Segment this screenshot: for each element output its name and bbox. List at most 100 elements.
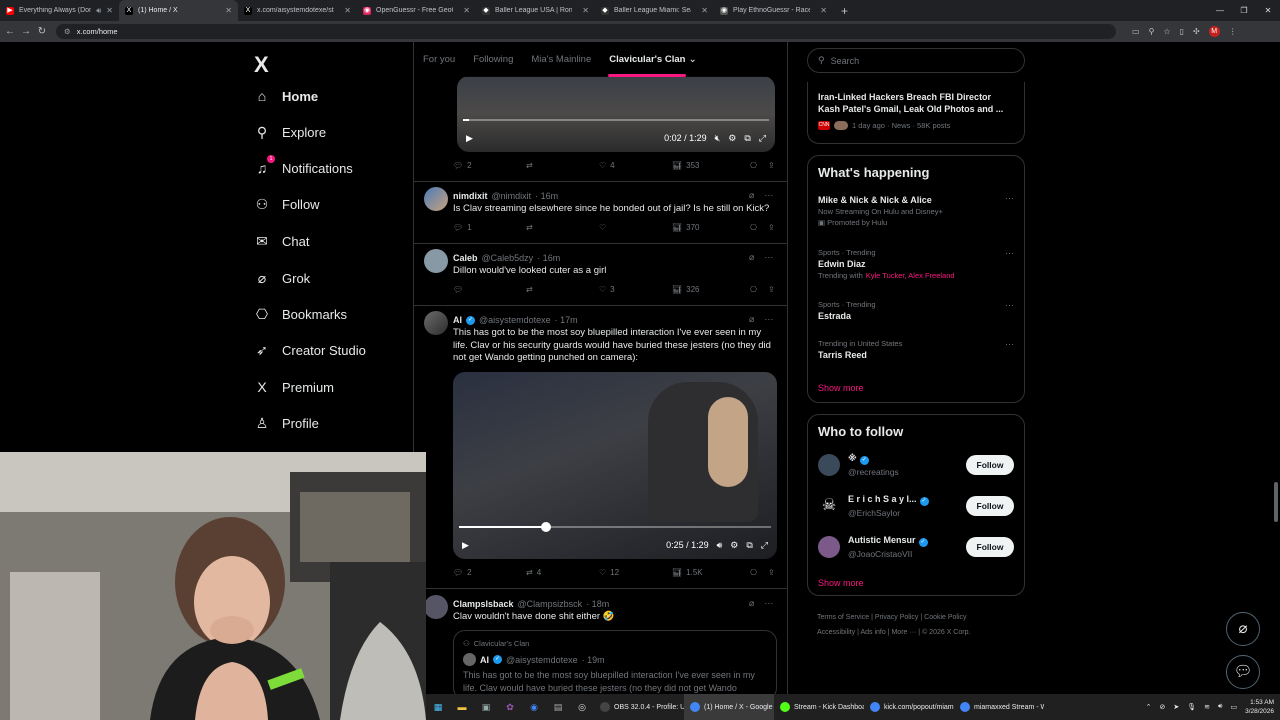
trend-item[interactable]: Sports · Trending Edwin Diaz Trending with… [818, 248, 1014, 280]
views-button[interactable]: 📊︎ 1.5K [672, 568, 750, 577]
quote-avatar[interactable] [463, 653, 476, 666]
battery-icon[interactable]: ▭ [1230, 703, 1237, 711]
tab-close-icon[interactable]: ✕ [820, 6, 827, 15]
fullscreen-icon[interactable]: ⤢ [759, 133, 766, 144]
cast-icon[interactable]: ▭ [1132, 27, 1140, 36]
browser-tab[interactable]: ◆ Baller League Miami: Season 1 ✕ [595, 0, 714, 21]
tweet-time[interactable]: · 18m [586, 599, 609, 609]
settings-icon[interactable]: ⚙ [728, 133, 736, 144]
url-field[interactable]: ⚙ x.com/home [56, 24, 1116, 39]
tab-close-icon[interactable]: ✕ [344, 6, 351, 15]
views-button[interactable]: 📊︎ 353 [672, 161, 750, 170]
location-icon[interactable]: ➤ [1173, 703, 1179, 711]
reply-button[interactable]: 💬︎ 2 [453, 161, 526, 170]
views-button[interactable]: 📊︎ 370 [672, 223, 750, 232]
file-explorer-icon[interactable]: ▬ [454, 699, 470, 715]
quote-author-handle[interactable]: @aisystemdotexe [506, 655, 578, 665]
feed-tab[interactable]: Clavicular's Clan [600, 42, 694, 77]
more-options-icon[interactable]: ··· [1005, 339, 1014, 349]
tweet-time[interactable]: · 16m [535, 191, 558, 201]
wifi-icon[interactable]: ≋ [1204, 703, 1210, 711]
footer-link[interactable]: Cookie Policy [924, 614, 966, 621]
footer-link[interactable]: More ··· [891, 629, 916, 636]
tweet-time[interactable]: · 17m [555, 315, 578, 325]
more-options-icon[interactable]: ··· [764, 252, 773, 263]
search-box[interactable]: ⚲ Search [807, 48, 1025, 73]
tab-close-icon[interactable]: ✕ [463, 6, 470, 15]
close-window-icon[interactable]: ✕ [1256, 0, 1280, 21]
like-button[interactable]: ♡ 3 [599, 285, 672, 294]
author-name[interactable]: nimdixit [453, 191, 488, 201]
suggestion-handle[interactable]: @recreatings [848, 467, 966, 477]
follow-suggestion[interactable]: ☠ E r i c h S a y l... ✓ @ErichSaylor Follow [818, 490, 1014, 522]
share-icon[interactable]: ⇪ [768, 223, 775, 232]
settings-icon[interactable]: ⚙ [730, 540, 738, 551]
start-icon[interactable]: ▦ [430, 699, 446, 715]
feed-tab[interactable]: Following [464, 42, 522, 77]
grok-explain-icon[interactable]: ⌀ [749, 314, 754, 325]
like-button[interactable]: ♡ 4 [599, 161, 672, 170]
network-off-icon[interactable]: ⊘ [1160, 703, 1166, 711]
browser-tab[interactable]: ◉ OpenGuessr - Free GeoGu ✕ [357, 0, 476, 21]
tab-audio-icon[interactable]: 🔊︎ [96, 6, 101, 16]
trend-item[interactable]: Sports · Trending Estrada ··· [818, 300, 1014, 321]
extensions-icon[interactable]: ✣ [1193, 27, 1200, 36]
app-icon[interactable]: ✿ [502, 699, 518, 715]
feed-tab[interactable]: Mia's Mainline [522, 42, 600, 77]
restore-icon[interactable]: ❐ [1232, 0, 1256, 21]
retweet-button[interactable]: ⇄ [526, 161, 599, 170]
footer-link[interactable]: Accessibility [817, 629, 855, 636]
bookmark-icon[interactable]: ⎔ [750, 161, 768, 170]
reply-button[interactable]: 💬︎ 1 [453, 223, 526, 232]
author-name[interactable]: Clampslsback [453, 599, 514, 609]
nav-item-notifications[interactable]: ♫ 1 Notifications [254, 155, 353, 176]
browser-tab[interactable]: Xx.com/aisystemdotexe/status/2 ✕ [238, 0, 357, 21]
grok-explain-icon[interactable]: ⌀ [749, 598, 754, 609]
views-button[interactable]: 📊︎ 326 [672, 285, 750, 294]
volume-icon[interactable]: 🔊︎ [717, 540, 723, 551]
tab-close-icon[interactable]: ✕ [106, 6, 113, 15]
taskbar-app[interactable]: OBS 32.0.4 - Profile: Unt [594, 694, 684, 720]
show-more-follow[interactable]: Show more [818, 578, 864, 588]
chat-fab-icon[interactable]: 💬︎ [1226, 655, 1260, 689]
tab-close-icon[interactable]: ✕ [225, 6, 232, 15]
follow-suggestion[interactable]: Autistic Mensur ✓ @JoaoCristaoVII Follow [818, 531, 1014, 563]
share-icon[interactable]: ⇪ [768, 285, 775, 294]
taskbar-app[interactable]: (1) Home / X - Google C [684, 694, 774, 720]
tweet-time[interactable]: · 16m [537, 253, 560, 263]
avatar[interactable] [818, 536, 840, 558]
tray-chevron-icon[interactable]: ⌃ [1146, 703, 1152, 711]
more-options-icon[interactable]: ··· [1005, 300, 1014, 310]
clock[interactable]: 1:53 AM 3/28/2026 [1245, 698, 1274, 716]
retweet-button[interactable]: ⇄ [526, 285, 599, 294]
reply-button[interactable]: 💬︎ 2 [453, 568, 526, 577]
tab-close-icon[interactable]: ✕ [582, 6, 589, 15]
like-button[interactable]: ♡ [599, 223, 672, 232]
x-logo[interactable]: X [254, 52, 269, 78]
reply-button[interactable]: 💬︎ [453, 285, 526, 294]
site-info-icon[interactable]: ⚙ [64, 27, 71, 36]
author-name[interactable]: Caleb [453, 253, 478, 263]
profile-avatar[interactable]: M [1208, 26, 1220, 37]
video-player-top[interactable]: ▶ 0:02 / 1:29 🔇︎ ⚙ ⧉ ⤢ [457, 76, 775, 152]
avatar[interactable]: ☠ [818, 495, 840, 517]
suggestion-name[interactable]: Autistic Mensur ✓ [848, 535, 966, 547]
more-options-icon[interactable]: ··· [1005, 248, 1014, 258]
quote-author-name[interactable]: AI [480, 655, 489, 665]
more-options-icon[interactable]: ··· [764, 598, 773, 609]
follow-suggestion[interactable]: ※ ✓ @recreatings Follow [818, 449, 1014, 481]
menu-icon[interactable]: ⋮ [1229, 27, 1237, 36]
trend-related-links[interactable]: Kyle Tucker, Alex Freeland [866, 271, 955, 280]
video-progress[interactable] [463, 119, 769, 121]
obs-app-icon[interactable]: ◎ [574, 699, 590, 715]
author-handle[interactable]: @aisystemdotexe [479, 315, 551, 325]
nav-item-premium[interactable]: X Premium [254, 379, 334, 395]
author-handle[interactable]: @Clampsizbsck [518, 599, 583, 609]
taskbar-app[interactable]: Stream - Kick Dashboar [774, 694, 864, 720]
page-scrollbar[interactable] [1274, 482, 1278, 522]
nav-item-explore[interactable]: ⚲ Explore [254, 124, 326, 140]
taskbar-app[interactable]: miamaxxed Stream - Wi [954, 694, 1044, 720]
retweet-button[interactable]: ⇄ [526, 223, 599, 232]
nav-item-follow[interactable]: ⚇ Follow [254, 196, 320, 212]
avatar[interactable] [424, 249, 448, 273]
